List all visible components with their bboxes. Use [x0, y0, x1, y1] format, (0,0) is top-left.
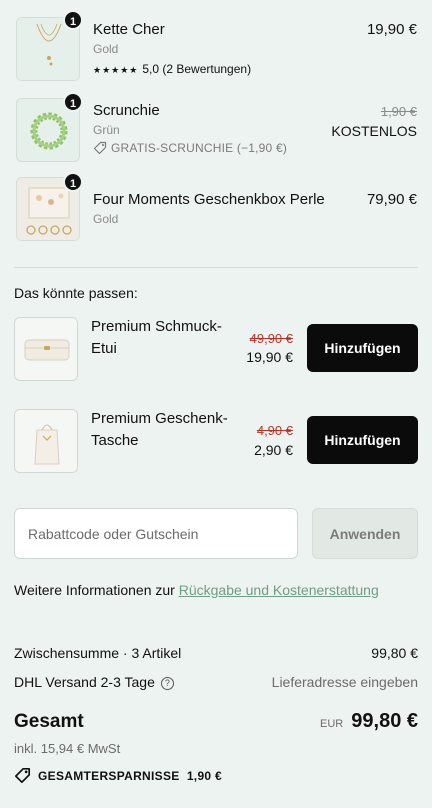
- tag-icon: [93, 141, 107, 155]
- total-value: 99,80 €: [351, 710, 418, 732]
- upsell-old-price: 49,90 €: [249, 331, 293, 346]
- product-rating: ★★★★★ 5,0 (2 Bewertungen): [93, 62, 251, 76]
- return-info: Weitere Informationen zur Rückgabe und K…: [14, 580, 414, 601]
- subtotal-label: Zwischensumme · 3 Artikel: [14, 645, 182, 661]
- divider: [14, 267, 418, 268]
- discount-tag: GRATIS-SCRUNCHIE (−1,90 €): [93, 141, 287, 155]
- savings-text: GESAMTERSPARNISSE 1,90 €: [38, 768, 222, 783]
- upsell-image-etui[interactable]: [14, 317, 78, 381]
- currency-code: EUR: [320, 718, 344, 730]
- upsell-name[interactable]: Premium Geschenk- Tasche: [91, 408, 231, 452]
- upsell-price: 19,90 €: [246, 349, 293, 365]
- total-amount: EUR 99,80 €: [320, 710, 418, 733]
- product-price: 19,90 €: [366, 21, 417, 38]
- product-variant: Gold: [93, 42, 119, 56]
- help-icon[interactable]: ?: [160, 676, 174, 690]
- product-price: KOSTENLOS: [331, 123, 417, 139]
- subtotal-value: 99,80 €: [371, 645, 418, 661]
- cart-item-kette-cher: 1 Kette Cher Gold ★★★★★ 5,0 (2 Bewertunge…: [0, 0, 432, 90]
- add-tasche-button[interactable]: Hinzufügen: [307, 416, 418, 464]
- upsell-name[interactable]: Premium Schmuck- Etui: [91, 316, 231, 360]
- add-etui-button[interactable]: Hinzufügen: [307, 324, 418, 372]
- return-policy-link[interactable]: Rückgabe und Kostenerstattung: [179, 582, 379, 598]
- total-savings: GESAMTERSPARNISSE 1,90 €: [14, 767, 222, 784]
- star-rating-icon: ★★★★★: [93, 65, 139, 75]
- old-price: 1,90 €: [380, 104, 417, 119]
- product-name[interactable]: Kette Cher: [93, 21, 165, 38]
- tag-icon: [14, 767, 31, 784]
- product-name[interactable]: Four Moments Geschenkbox Perle: [93, 191, 325, 208]
- apply-code-button[interactable]: Anwenden: [312, 508, 418, 559]
- rating-text: 5,0 (2 Bewertungen): [142, 62, 252, 76]
- shipping-label-wrap: DHL Versand 2-3 Tage?: [14, 674, 174, 690]
- shipping-label: DHL Versand 2-3 Tage: [14, 674, 155, 690]
- quantity-badge: 1: [63, 92, 83, 112]
- cart-item-geschenkbox: 1 Four Moments Geschenkbox Perle Gold 79…: [0, 172, 432, 250]
- upsell-old-price: 4,90 €: [256, 423, 293, 438]
- total-label: Gesamt: [14, 711, 84, 732]
- upsell-title: Das könnte passen:: [14, 285, 138, 301]
- discount-text: GRATIS-SCRUNCHIE (−1,90 €): [111, 141, 288, 155]
- shipping-row: DHL Versand 2-3 Tage? Lieferadresse eing…: [14, 674, 418, 690]
- product-variant: Grün: [93, 123, 120, 137]
- subtotal-row: Zwischensumme · 3 Artikel 99,80 €: [14, 645, 418, 661]
- product-variant: Gold: [93, 212, 119, 226]
- jewelry-case-icon: [15, 318, 77, 380]
- gift-bag-icon: [15, 410, 77, 472]
- quantity-badge: 1: [63, 172, 83, 192]
- quantity-badge: 1: [63, 10, 83, 30]
- cart-item-scrunchie: 1 Scrunchie Grün GRATIS-SCRUNCHIE (−1,90…: [0, 90, 432, 172]
- product-price: 79,90 €: [366, 191, 417, 208]
- info-text: Weitere Informationen zur: [14, 582, 179, 598]
- tax-note: inkl. 15,94 € MwSt: [14, 741, 121, 756]
- upsell-price: 2,90 €: [254, 442, 293, 458]
- upsell-image-tasche[interactable]: [14, 409, 78, 473]
- shipping-value: Lieferadresse eingeben: [271, 674, 418, 690]
- product-name[interactable]: Scrunchie: [93, 102, 160, 119]
- discount-code-input[interactable]: [14, 508, 298, 559]
